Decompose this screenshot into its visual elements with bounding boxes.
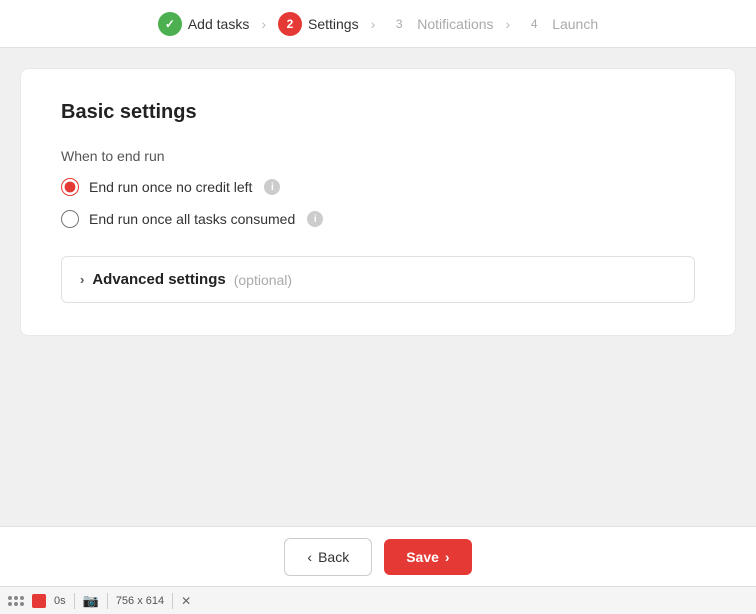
taskbar-divider-3 <box>172 593 173 609</box>
grid-dots-icon <box>8 596 24 606</box>
record-icon <box>32 594 46 608</box>
taskbar-dimensions: 756 x 614 <box>116 595 164 607</box>
main-content: Basic settings When to end run End run o… <box>0 48 756 526</box>
taskbar-close-button[interactable]: ✕ <box>181 594 191 608</box>
step-2-circle: 2 <box>278 12 302 36</box>
chevron-icon-2: › <box>371 16 376 32</box>
card-title: Basic settings <box>61 101 695 124</box>
taskbar: 0s 📷 756 x 614 ✕ <box>0 586 756 614</box>
taskbar-time: 0s <box>54 595 66 607</box>
chevron-icon-3: › <box>506 16 511 32</box>
advanced-settings-toggle[interactable]: › Advanced settings (optional) <box>61 256 695 303</box>
step-settings[interactable]: 2 Settings <box>278 12 359 36</box>
radio-all-tasks-label: End run once all tasks consumed <box>89 211 295 227</box>
radio-no-credit-label: End run once no credit left <box>89 179 252 195</box>
save-button[interactable]: Save › <box>384 539 471 575</box>
info-icon-1[interactable]: i <box>264 179 280 195</box>
bottom-bar: ‹ Back Save › <box>0 526 756 586</box>
stepper: ✓ Add tasks › 2 Settings › 3 Notificatio… <box>0 0 756 48</box>
step-add-tasks[interactable]: ✓ Add tasks <box>158 12 249 36</box>
step-4-circle: 4 <box>522 12 546 36</box>
radio-no-credit-input[interactable] <box>61 178 79 196</box>
step-launch[interactable]: 4 Launch <box>522 12 598 36</box>
radio-group: End run once no credit left i End run on… <box>61 178 695 228</box>
camera-icon: 📷 <box>83 593 99 609</box>
radio-all-tasks-input[interactable] <box>61 210 79 228</box>
radio-option-all-tasks[interactable]: End run once all tasks consumed i <box>61 210 695 228</box>
save-label: Save <box>406 549 439 565</box>
step-notifications[interactable]: 3 Notifications <box>387 12 493 36</box>
step-4-label: Launch <box>552 16 598 32</box>
when-to-end-label: When to end run <box>61 148 695 164</box>
radio-option-no-credit[interactable]: End run once no credit left i <box>61 178 695 196</box>
taskbar-divider-2 <box>107 593 108 609</box>
save-chevron-icon: › <box>445 549 450 565</box>
step-2-label: Settings <box>308 16 359 32</box>
step-3-label: Notifications <box>417 16 493 32</box>
advanced-chevron-icon: › <box>80 272 84 287</box>
step-1-label: Add tasks <box>188 16 249 32</box>
advanced-optional-label: (optional) <box>234 272 292 288</box>
back-button[interactable]: ‹ Back <box>284 538 372 576</box>
taskbar-divider-1 <box>74 593 75 609</box>
step-1-circle: ✓ <box>158 12 182 36</box>
info-icon-2[interactable]: i <box>307 211 323 227</box>
back-label: Back <box>318 549 349 565</box>
step-3-circle: 3 <box>387 12 411 36</box>
advanced-settings-label: Advanced settings <box>92 271 225 288</box>
chevron-icon-1: › <box>261 16 266 32</box>
settings-card: Basic settings When to end run End run o… <box>20 68 736 336</box>
back-chevron-icon: ‹ <box>307 549 312 565</box>
